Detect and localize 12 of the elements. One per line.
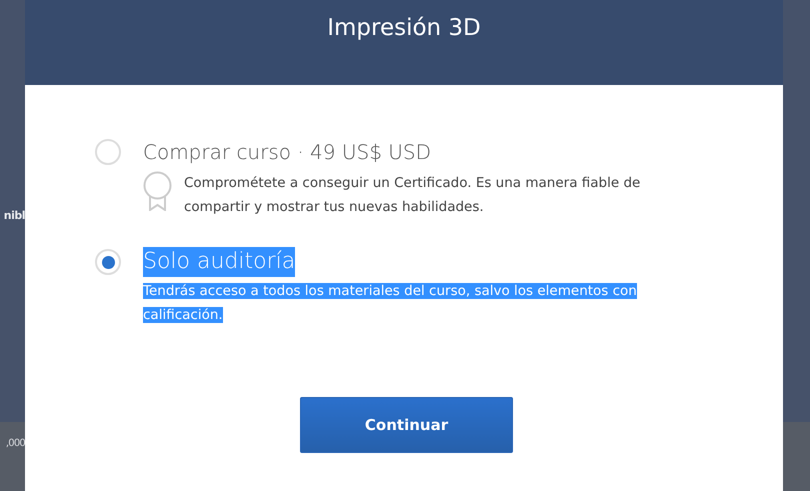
option-title: Solo auditoría bbox=[143, 247, 296, 277]
certificate-icon bbox=[143, 171, 172, 211]
radio-button[interactable] bbox=[95, 139, 121, 165]
option-description: Comprométete a conseguir un Certificado. Es una manera fiable de compartir y mostrar tus nuevas habilidades. bbox=[184, 174, 642, 217]
option-description: Tendrás acceso a todos los materiales del curso, salvo los elementos con calificación. bbox=[143, 282, 638, 325]
background-text: ,000 bbox=[6, 437, 25, 451]
modal-title: Impresión 3D bbox=[327, 14, 481, 43]
background-text: nibl bbox=[4, 208, 25, 224]
footer-bar bbox=[783, 422, 810, 491]
continue-button[interactable]: Continuar bbox=[300, 397, 513, 453]
option-title: Comprar curso · 49 US$ USD bbox=[143, 139, 432, 166]
radio-button[interactable] bbox=[95, 249, 121, 275]
